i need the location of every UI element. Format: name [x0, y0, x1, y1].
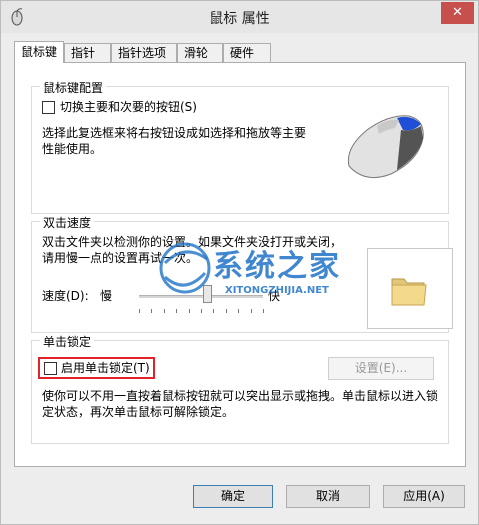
window-title: 鼠标 属性 [209, 11, 270, 27]
tab-label: 指针 [71, 46, 96, 60]
ok-button[interactable]: 确定 [193, 485, 273, 508]
tab-label: 硬件 [230, 46, 255, 60]
watermark-url: XITONGZHIJIA.NET [225, 285, 329, 296]
tab-hardware[interactable]: 硬件 [223, 43, 271, 62]
close-icon: ✕ [452, 5, 463, 20]
group-title: 单击锁定 [40, 333, 95, 350]
tab-pointers[interactable]: 指针 [64, 43, 111, 62]
group-title: 鼠标键配置 [40, 79, 107, 96]
click-lock-checkbox[interactable] [44, 362, 57, 375]
double-click-test-area[interactable] [367, 248, 453, 329]
switch-buttons-description: 选择此复选框来将右按钮设成如选择和拖放等主要性能使用。 [42, 126, 307, 156]
title-bar[interactable]: 鼠标 属性 ✕ [1, 1, 478, 33]
watermark-text: 系统之家 [213, 249, 341, 284]
mouse-icon [347, 115, 424, 179]
click-lock-settings-button[interactable]: 设置(E)... [328, 357, 434, 380]
close-button[interactable]: ✕ [441, 2, 474, 24]
tab-mouse-buttons[interactable]: 鼠标键 [14, 41, 64, 63]
tab-label: 指针选项 [118, 46, 167, 60]
folder-icon[interactable] [388, 271, 430, 311]
watermark-logo: 系统之家 XITONGZHIJIA.NET [155, 233, 375, 353]
switch-buttons-label[interactable]: 切换主要和次要的按钮(S) [60, 99, 197, 115]
tab-wheel[interactable]: 滑轮 [177, 43, 223, 62]
mouse-properties-window: 鼠标 属性 ✕ 鼠标键 指针 指针选项 滑轮 硬件 鼠标键配置 切换主要和次要的… [0, 0, 479, 525]
cancel-button[interactable]: 取消 [286, 485, 370, 508]
speed-label: 速度(D): [42, 289, 89, 303]
switch-buttons-checkbox[interactable] [42, 101, 55, 114]
tab-panel-mouse-buttons: 鼠标键配置 切换主要和次要的按钮(S) 选择此复选框来将右按钮设成如选择和拖放等… [14, 62, 466, 467]
apply-button[interactable]: 应用(A) [383, 485, 465, 508]
click-lock-label[interactable]: 启用单击锁定(T) [61, 360, 150, 376]
tab-label: 鼠标键 [21, 45, 58, 59]
speed-slow-label: 慢 [100, 289, 113, 303]
tab-label: 滑轮 [184, 46, 209, 60]
tab-pointer-options[interactable]: 指针选项 [111, 43, 177, 62]
slider-tick [151, 309, 153, 313]
click-lock-description: 使你可以不用一直按着鼠标按钮就可以突出显示或拖拽。单击鼠标以进入锁定状态，再次单… [42, 389, 439, 419]
group-title: 双击速度 [40, 214, 95, 231]
watermark-globe-icon [159, 242, 211, 294]
slider-tick [139, 309, 140, 313]
